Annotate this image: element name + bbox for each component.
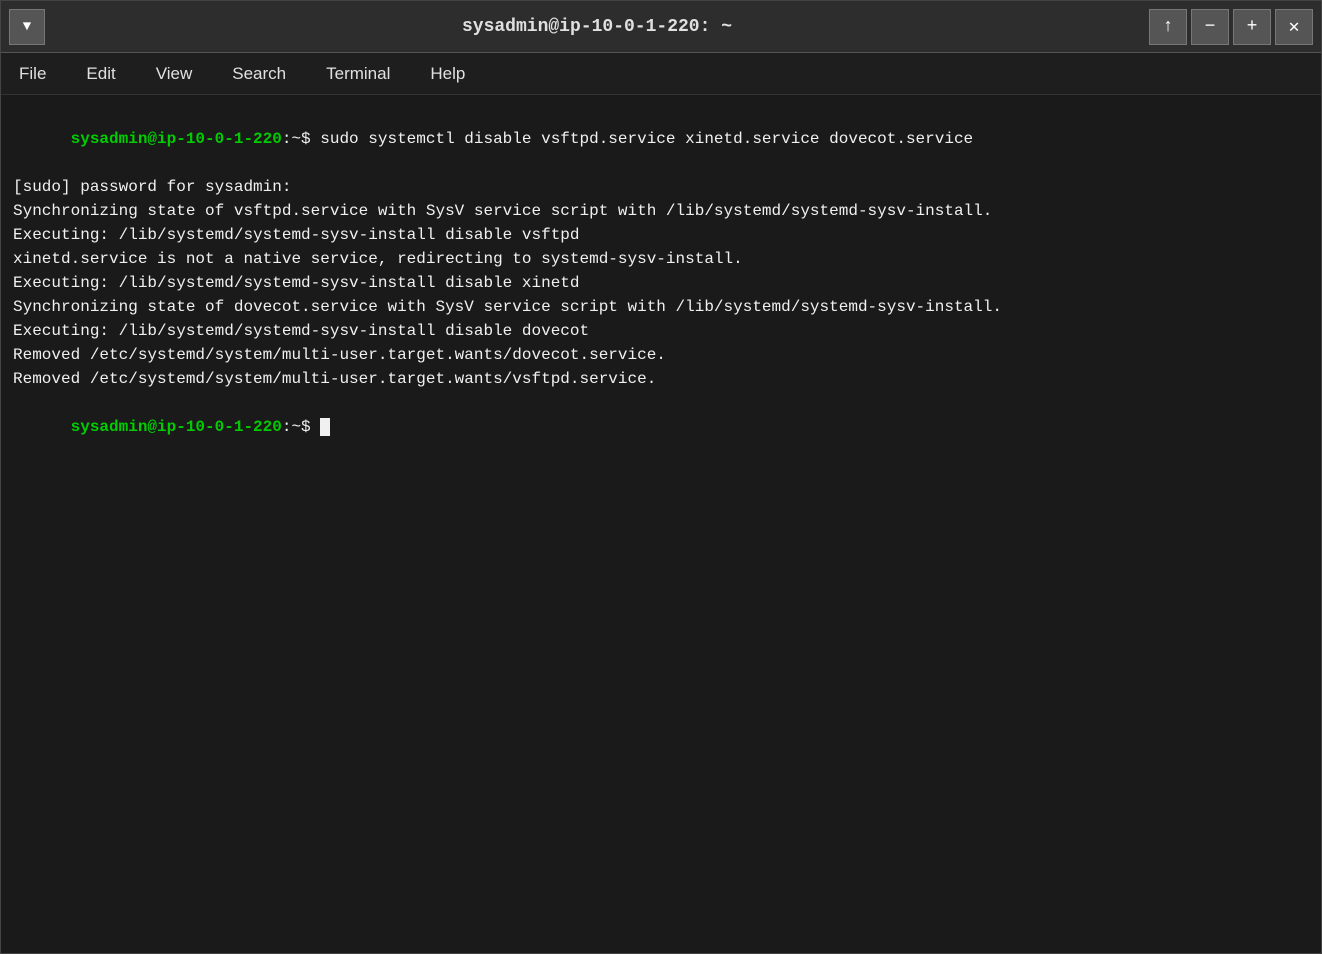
menu-file[interactable]: File xyxy=(13,60,52,88)
terminal-content[interactable]: sysadmin@ip-10-0-1-220:~$ sudo systemctl… xyxy=(1,95,1321,953)
close-button[interactable]: ✕ xyxy=(1275,9,1313,45)
output-line-6: Executing: /lib/systemd/systemd-sysv-ins… xyxy=(13,271,1309,295)
window-controls: ↑ − + ✕ xyxy=(1149,9,1313,45)
prompt-1: sysadmin@ip-10-0-1-220 xyxy=(71,130,282,148)
menu-search[interactable]: Search xyxy=(226,60,292,88)
output-line-2: [sudo] password for sysadmin: xyxy=(13,175,1309,199)
window-menu-button[interactable]: ▼ xyxy=(9,9,45,45)
dropdown-icon: ▼ xyxy=(23,19,31,35)
menu-help[interactable]: Help xyxy=(424,60,471,88)
command-text-1: sudo systemctl disable vsftpd.service xi… xyxy=(320,130,973,148)
prompt-suffix-1: :~$ xyxy=(282,130,320,148)
terminal-window: ▼ sysadmin@ip-10-0-1-220: ~ ↑ − + ✕ File… xyxy=(0,0,1322,954)
window-title: sysadmin@ip-10-0-1-220: ~ xyxy=(45,17,1149,37)
menu-terminal[interactable]: Terminal xyxy=(320,60,396,88)
output-line-9: Removed /etc/systemd/system/multi-user.t… xyxy=(13,343,1309,367)
output-line-10: Removed /etc/systemd/system/multi-user.t… xyxy=(13,367,1309,391)
menu-view[interactable]: View xyxy=(150,60,199,88)
title-bar: ▼ sysadmin@ip-10-0-1-220: ~ ↑ − + ✕ xyxy=(1,1,1321,53)
prompt-2: sysadmin@ip-10-0-1-220 xyxy=(71,418,282,436)
command-line-1: sysadmin@ip-10-0-1-220:~$ sudo systemctl… xyxy=(13,103,1309,175)
output-line-7: Synchronizing state of dovecot.service w… xyxy=(13,295,1309,319)
scroll-up-button[interactable]: ↑ xyxy=(1149,9,1187,45)
menu-bar: File Edit View Search Terminal Help xyxy=(1,53,1321,95)
prompt-suffix-2: :~$ xyxy=(282,418,320,436)
cursor-blink xyxy=(320,418,330,436)
output-line-4: Executing: /lib/systemd/systemd-sysv-ins… xyxy=(13,223,1309,247)
output-line-8: Executing: /lib/systemd/systemd-sysv-ins… xyxy=(13,319,1309,343)
output-line-3: Synchronizing state of vsftpd.service wi… xyxy=(13,199,1309,223)
minimize-button[interactable]: − xyxy=(1191,9,1229,45)
menu-edit[interactable]: Edit xyxy=(80,60,121,88)
output-line-5: xinetd.service is not a native service, … xyxy=(13,247,1309,271)
maximize-button[interactable]: + xyxy=(1233,9,1271,45)
prompt-line-2: sysadmin@ip-10-0-1-220:~$ xyxy=(13,391,1309,463)
